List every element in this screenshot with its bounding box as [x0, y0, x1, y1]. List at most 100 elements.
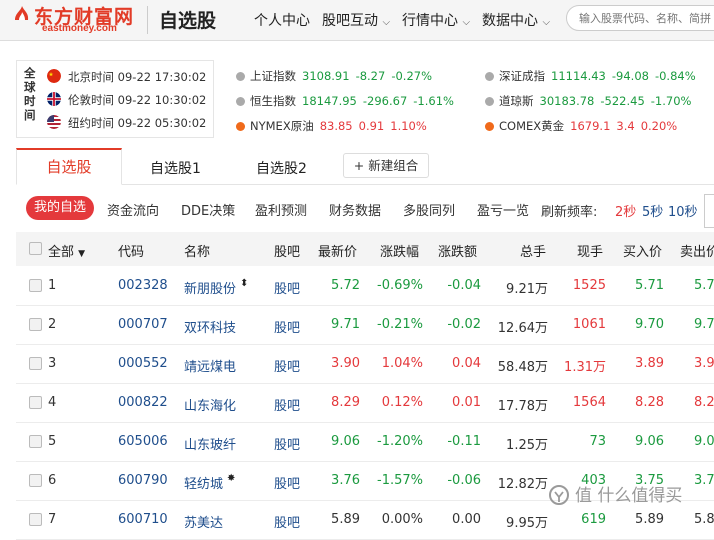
current-volume: 1564: [572, 395, 606, 410]
my-watchlist-button[interactable]: 我的自选: [26, 196, 94, 220]
stock-code[interactable]: 002328: [118, 278, 168, 293]
index-name: 上证指数: [250, 69, 296, 83]
index-name: COMEX黄金: [499, 119, 565, 133]
index-item[interactable]: COMEX黄金 1679.1 3.4 0.20%: [499, 118, 677, 134]
stock-code[interactable]: 000707: [118, 317, 168, 332]
stock-name[interactable]: 靖远煤电: [184, 356, 236, 375]
stock-search-input[interactable]: [566, 5, 714, 31]
stock-code[interactable]: 000822: [118, 395, 168, 410]
header-all[interactable]: 全部 ▼: [48, 241, 85, 260]
beijing-time: 北京时间 09-22 17:30:02: [68, 70, 207, 84]
change-amount: 0.00: [452, 512, 481, 527]
guba-link[interactable]: 股吧: [274, 473, 300, 492]
bid-price: 9.06: [635, 434, 664, 449]
change-amount: -0.06: [447, 473, 481, 488]
header-ask[interactable]: 卖出价: [680, 241, 714, 260]
london-time: 伦敦时间 09-22 10:30:02: [68, 93, 207, 107]
select-all-checkbox[interactable]: [29, 242, 42, 255]
index-change: -94.08: [611, 69, 649, 83]
row-checkbox[interactable]: [29, 279, 42, 292]
stock-code[interactable]: 600710: [118, 512, 168, 527]
row-checkbox[interactable]: [29, 435, 42, 448]
current-volume: 73: [589, 434, 606, 449]
stock-name[interactable]: 双环科技: [184, 317, 236, 336]
row-checkbox[interactable]: [29, 474, 42, 487]
row-index: 7: [48, 512, 57, 527]
change-amount: 0.04: [452, 356, 481, 371]
row-checkbox[interactable]: [29, 318, 42, 331]
latest-price: 8.29: [331, 395, 360, 410]
index-dot-icon: [236, 72, 245, 81]
header-name[interactable]: 名称: [184, 241, 210, 260]
nav-guba[interactable]: 股吧互动 ⌵: [322, 10, 390, 30]
header-volume[interactable]: 总手: [520, 241, 546, 260]
nav-personal-center[interactable]: 个人中心: [254, 10, 310, 30]
header-price[interactable]: 最新价: [318, 241, 357, 260]
refresh-2s[interactable]: 2秒: [615, 201, 636, 220]
index-item[interactable]: 深证成指 11114.43 -94.08 -0.84%: [499, 68, 696, 84]
total-volume: 17.78万: [497, 399, 548, 414]
refresh-10s[interactable]: 10秒: [668, 201, 698, 220]
tab-watchlist[interactable]: 自选股: [16, 148, 122, 185]
sort-down-icon: ▼: [78, 249, 86, 259]
guba-link[interactable]: 股吧: [274, 434, 300, 453]
tab-watchlist-1[interactable]: 自选股1: [150, 158, 201, 178]
index-item[interactable]: NYMEX原油 83.85 0.91 1.10%: [250, 118, 427, 134]
stock-name[interactable]: 新朋股份: [184, 278, 236, 297]
refresh-5s[interactable]: 5秒: [642, 201, 663, 220]
change-pct: -1.57%: [377, 473, 423, 488]
header-bid[interactable]: 买入价: [623, 241, 662, 260]
guba-link[interactable]: 股吧: [274, 278, 300, 297]
index-pct: -1.61%: [413, 94, 454, 108]
stock-code[interactable]: 000552: [118, 356, 168, 371]
guba-link[interactable]: 股吧: [274, 356, 300, 375]
row-checkbox[interactable]: [29, 513, 42, 526]
subnav-dde[interactable]: DDE决策: [181, 200, 235, 219]
us-flag-icon: [47, 115, 61, 129]
subnav-multi-stock[interactable]: 多股同列: [403, 200, 455, 219]
subnav-fund-flow[interactable]: 资金流向: [107, 200, 159, 219]
stock-name[interactable]: 山东玻纤: [184, 434, 236, 453]
toolbar-right-button[interactable]: [704, 194, 714, 228]
current-volume: 619: [581, 512, 606, 527]
header-cur-vol[interactable]: 现手: [577, 241, 603, 260]
stock-name[interactable]: 苏美达: [184, 512, 223, 531]
stock-code[interactable]: 600790: [118, 473, 168, 488]
change-pct: 0.12%: [381, 395, 423, 410]
stock-name[interactable]: 山东海化: [184, 395, 236, 414]
stock-code[interactable]: 605006: [118, 434, 168, 449]
nav-market-center[interactable]: 行情中心 ⌵: [402, 10, 470, 30]
stock-name[interactable]: 轻纺城: [184, 473, 223, 492]
subnav-pnl-overview[interactable]: 盈亏一览: [477, 200, 529, 219]
row-checkbox[interactable]: [29, 357, 42, 370]
new-group-button[interactable]: + 新建组合: [343, 153, 429, 178]
row-checkbox[interactable]: [29, 396, 42, 409]
change-amount: -0.02: [447, 317, 481, 332]
latest-price: 3.90: [331, 356, 360, 371]
index-price: 83.85: [319, 119, 353, 133]
nav-data-center[interactable]: 数据中心 ⌵: [482, 10, 550, 30]
guba-link[interactable]: 股吧: [274, 395, 300, 414]
page-title: 自选股: [159, 10, 217, 32]
subnav-financial-data[interactable]: 财务数据: [329, 200, 381, 219]
guba-link[interactable]: 股吧: [274, 512, 300, 531]
index-item[interactable]: 上证指数 3108.91 -8.27 -0.27%: [250, 68, 432, 84]
header-chg[interactable]: 涨跌额: [438, 241, 477, 260]
row-divider: [16, 383, 714, 384]
logo-subtext: eastmoney.com: [42, 23, 117, 34]
index-name: 道琼斯: [499, 94, 534, 108]
guba-link[interactable]: 股吧: [274, 317, 300, 336]
index-item[interactable]: 恒生指数 18147.95 -296.67 -1.61%: [250, 93, 454, 109]
change-pct: 0.00%: [381, 512, 423, 527]
index-item[interactable]: 道琼斯 30183.78 -522.45 -1.70%: [499, 93, 691, 109]
tab-watchlist-2[interactable]: 自选股2: [256, 158, 307, 178]
subnav-profit-forecast[interactable]: 盈利预测: [255, 200, 307, 219]
zdm-logo-icon: [549, 485, 569, 505]
change-amount: 0.01: [452, 395, 481, 410]
row-divider: [16, 461, 714, 462]
header-code[interactable]: 代码: [118, 241, 144, 260]
row-index: 4: [48, 395, 57, 410]
header-pct[interactable]: 涨跌幅: [380, 241, 419, 260]
row-divider: [16, 422, 714, 423]
total-volume: 12.82万: [497, 477, 548, 492]
